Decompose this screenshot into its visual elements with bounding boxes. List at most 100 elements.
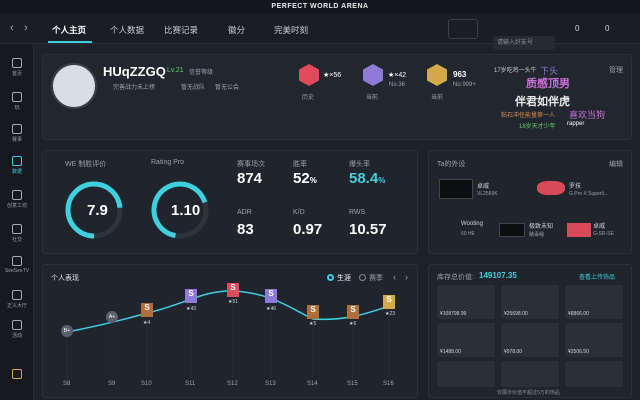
inventory-label: 库存总价值: — [437, 274, 474, 281]
rank-stars-s14: ★5 — [309, 321, 317, 327]
sidebar-item-events[interactable]: 赛事 — [0, 124, 34, 143]
sidebar-item-activity[interactable]: 活动 — [0, 320, 34, 339]
forward-arrow-icon[interactable]: › — [24, 22, 28, 34]
adr-value: 83 — [237, 221, 254, 238]
tag-4: 伴君如伴虎 — [515, 96, 570, 108]
sidebar-item-tv[interactable]: SeeSeeTV — [0, 256, 34, 274]
active-tab-indicator — [48, 41, 92, 43]
inventory-item-6[interactable]: ¥2506.50 — [565, 323, 623, 357]
season-label-s12: S12 — [227, 381, 238, 387]
tv-icon — [12, 256, 22, 266]
tab-matches[interactable]: 比赛记录 — [164, 24, 198, 36]
rank-stars-s15: ★6 — [349, 321, 357, 327]
winrate-title: 胜率 — [293, 161, 307, 168]
credit-tag: 信誉等级 — [189, 70, 214, 76]
tag-6: 喜欢当狗 — [569, 110, 606, 120]
weapon-icon[interactable] — [448, 19, 478, 39]
profile-level: Lv.21 — [167, 67, 184, 74]
inventory-footer: 仅展示价值不超过5万的饰品 — [497, 390, 560, 396]
back-arrow-icon[interactable]: ‹ — [10, 22, 14, 34]
rank-elo-score: 963 — [453, 70, 467, 79]
rws-title: RWS — [349, 209, 366, 216]
inventory-item-9[interactable] — [565, 361, 623, 387]
peripheral-2-brand: 罗技 — [569, 184, 582, 190]
rank-point-s16: S — [383, 295, 395, 309]
rank-point-s14: S — [307, 305, 319, 319]
rank-point-s13: S — [265, 289, 277, 303]
sidebar-item-logo[interactable] — [0, 369, 34, 381]
rank-icon-current — [363, 64, 383, 86]
tag-7: 18岁天才少年 — [519, 124, 556, 130]
we-rating-value: 7.9 — [87, 202, 108, 219]
trophy-icon — [12, 124, 22, 134]
sidebar: 首页 玩 赛事 数据 创意工坊 社交 SeeSeeTV 正义大厅 活动 — [0, 44, 34, 400]
view-items-link[interactable]: 查看上传饰品 — [579, 272, 615, 281]
peripherals-title: Ta的外设 — [437, 161, 466, 168]
calendar-icon — [12, 320, 22, 330]
peripheral-5-brand: 卓威 — [593, 224, 606, 230]
inventory-item-4[interactable]: ¥1488.00 — [437, 323, 495, 357]
rating-pro-value: 1.10 — [171, 202, 201, 219]
rank-stars-s12: ★51 — [228, 299, 239, 305]
sidebar-item-justice[interactable]: 正义大厅 — [0, 290, 34, 309]
rank-stars-s13: ★46 — [266, 306, 277, 312]
tag-1: 17岁吃鸡一头牛 — [494, 68, 537, 74]
sidebar-item-workshop[interactable]: 创意工坊 — [0, 190, 34, 209]
manage-button[interactable]: 管理 — [609, 65, 623, 75]
tag-3: 质感顶男 — [526, 78, 570, 90]
search-input[interactable]: 请输入好友号 — [493, 36, 555, 50]
season-label-s10: S10 — [141, 381, 152, 387]
tab-moments[interactable]: 完美时刻 — [274, 24, 308, 36]
mouse-icon — [537, 181, 565, 195]
tab-home[interactable]: 个人主页 — [52, 24, 86, 36]
inventory-item-3[interactable]: ¥8866.00 — [565, 285, 623, 319]
mousepad-icon — [567, 223, 591, 237]
tag-5: 粘石冲任能量第一人 — [501, 113, 556, 119]
avatar[interactable] — [51, 63, 97, 109]
peripheral-3-brand: Wooting — [461, 221, 483, 227]
sidebar-item-social[interactable]: 社交 — [0, 224, 34, 243]
inventory-item-5[interactable]: ¥978.00 — [501, 323, 559, 357]
adr-title: ADR — [237, 209, 252, 216]
inventory-item-8[interactable] — [501, 361, 559, 387]
tag-8: rapper — [567, 121, 585, 127]
headshot-value: 58.4% — [349, 170, 386, 187]
gamepad-icon — [12, 92, 22, 102]
globe-icon — [12, 190, 22, 200]
profile-line1: 完善战力未上榜 — [113, 85, 156, 91]
tab-stats[interactable]: 个人数据 — [110, 24, 144, 36]
peripherals-edit[interactable]: 编辑 — [609, 159, 623, 169]
peripheral-1-brand: 卓威 — [477, 184, 490, 190]
rank-current-label: 当前 — [366, 95, 379, 101]
home-icon — [12, 58, 22, 68]
data-icon — [12, 156, 22, 166]
tab-badges[interactable]: 徽分 — [228, 24, 245, 36]
season-label-s15: S15 — [347, 381, 358, 387]
sidebar-item-play[interactable]: 玩 — [0, 92, 34, 111]
rank-current-position: No.36 — [389, 82, 406, 88]
peripheral-2-model: G Pro X Superli... — [569, 191, 608, 197]
winrate-value: 52% — [293, 170, 317, 187]
inventory-item-1[interactable]: ¥108798.99 — [437, 285, 495, 319]
inventory-item-2[interactable]: ¥25698.00 — [501, 285, 559, 319]
we-rating-title: WE 制胜评价 — [65, 161, 107, 168]
rank-history-label: 历史 — [302, 95, 315, 101]
rank-point-s9: A+ — [106, 311, 118, 323]
peripheral-4-model: 赌毒绳 — [529, 232, 545, 238]
season-label-s14: S14 — [307, 381, 318, 387]
season-label-s8: S8 — [63, 381, 71, 387]
rank-stars-s11: ★43 — [186, 306, 197, 312]
kd-title: K/D — [293, 209, 305, 216]
logo-icon — [12, 369, 22, 379]
peripheral-4-brand: 极致未知 — [529, 224, 554, 230]
app-title: PERFECT WORLD ARENA — [0, 0, 640, 14]
rank-current-stars: ★×42 — [388, 72, 407, 79]
inventory-value: 149107.35 — [479, 271, 517, 280]
sidebar-item-data[interactable]: 数据 — [0, 156, 34, 175]
sidebar-item-home[interactable]: 首页 — [0, 58, 34, 77]
season-label-s16: S16 — [383, 381, 394, 387]
coin-count: 0 — [575, 24, 580, 33]
rank-icon-history — [299, 64, 319, 86]
keyboard-icon — [499, 223, 525, 237]
inventory-item-7[interactable] — [437, 361, 495, 387]
